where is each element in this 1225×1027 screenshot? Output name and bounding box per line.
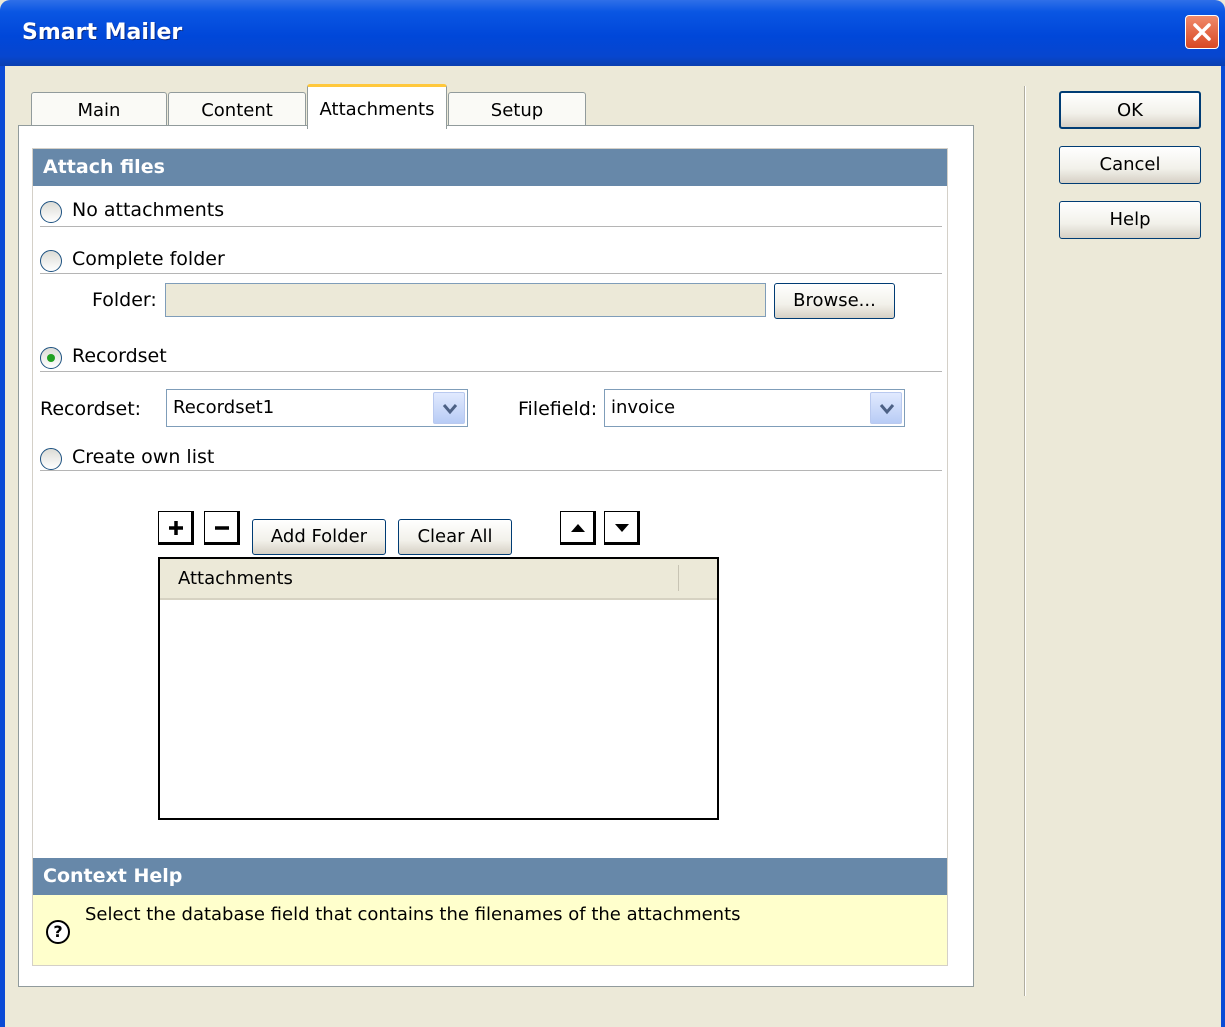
column-header-label: Attachments — [178, 568, 293, 589]
radio-label: No attachments — [72, 199, 225, 221]
tab-label: Attachments — [319, 99, 435, 120]
window-border-right — [1221, 66, 1225, 1027]
recordset-dropdown-arrow[interactable] — [433, 392, 465, 424]
remove-item-button[interactable] — [204, 511, 240, 545]
context-help-area: ? Select the database field that contain… — [33, 895, 947, 965]
move-up-button[interactable] — [560, 511, 596, 545]
close-button[interactable] — [1185, 15, 1219, 49]
separator — [40, 226, 942, 227]
column-divider[interactable] — [678, 565, 679, 591]
cancel-button[interactable]: Cancel — [1059, 146, 1201, 184]
browse-button[interactable]: Browse... — [774, 283, 895, 319]
radio-complete-folder[interactable] — [40, 250, 62, 272]
attachments-list[interactable]: Attachments — [158, 557, 719, 820]
tab-main[interactable]: Main — [31, 92, 167, 128]
separator — [40, 273, 942, 274]
close-icon — [1193, 23, 1211, 41]
tab-content[interactable]: Content — [168, 92, 306, 128]
radio-label: Complete folder — [72, 248, 225, 270]
attach-files-header: Attach files — [33, 149, 947, 186]
arrow-down-icon — [615, 524, 629, 532]
radio-no-attachments[interactable] — [40, 201, 62, 223]
chevron-down-icon — [442, 404, 458, 415]
separator — [40, 371, 942, 372]
context-help-header: Context Help — [33, 858, 947, 895]
ok-button[interactable]: OK — [1059, 91, 1201, 129]
tab-label: Main — [77, 100, 121, 121]
arrow-up-icon — [571, 524, 585, 532]
attachments-column-header[interactable]: Attachments — [160, 559, 717, 600]
tab-label: Content — [201, 100, 273, 121]
vertical-divider-highlight — [1025, 86, 1026, 996]
move-down-button[interactable] — [604, 511, 640, 545]
radio-create-own-list[interactable] — [40, 448, 62, 470]
dialog-window: Smart Mailer Main Content Attachments Se… — [0, 0, 1225, 1027]
recordset-label: Recordset: — [40, 398, 142, 420]
help-button[interactable]: Help — [1059, 201, 1201, 239]
help-question-icon: ? — [46, 920, 70, 944]
radio-recordset[interactable] — [40, 347, 62, 369]
context-help-text: Select the database field that contains … — [85, 904, 741, 925]
chevron-down-icon — [879, 404, 895, 415]
tab-setup[interactable]: Setup — [448, 92, 586, 128]
plus-icon — [169, 521, 183, 535]
radio-label: Recordset — [72, 345, 167, 367]
recordset-value: Recordset1 — [173, 397, 275, 418]
clear-all-button[interactable]: Clear All — [398, 519, 512, 555]
separator — [40, 470, 942, 471]
tab-attachments[interactable]: Attachments — [307, 84, 447, 129]
window-border-left — [0, 66, 5, 1027]
recordset-select[interactable]: Recordset1 — [166, 389, 468, 427]
add-item-button[interactable] — [158, 511, 194, 545]
filefield-dropdown-arrow[interactable] — [870, 392, 902, 424]
minus-icon — [215, 526, 229, 530]
filefield-select[interactable]: invoice — [604, 389, 905, 427]
title-bar: Smart Mailer — [0, 0, 1225, 66]
folder-input[interactable] — [165, 283, 766, 317]
tab-label: Setup — [490, 100, 544, 121]
radio-label: Create own list — [72, 446, 215, 468]
filefield-value: invoice — [611, 397, 676, 418]
window-title: Smart Mailer — [22, 20, 183, 45]
folder-label: Folder: — [92, 289, 157, 311]
filefield-label: Filefield: — [518, 398, 598, 420]
add-folder-button[interactable]: Add Folder — [252, 519, 386, 555]
